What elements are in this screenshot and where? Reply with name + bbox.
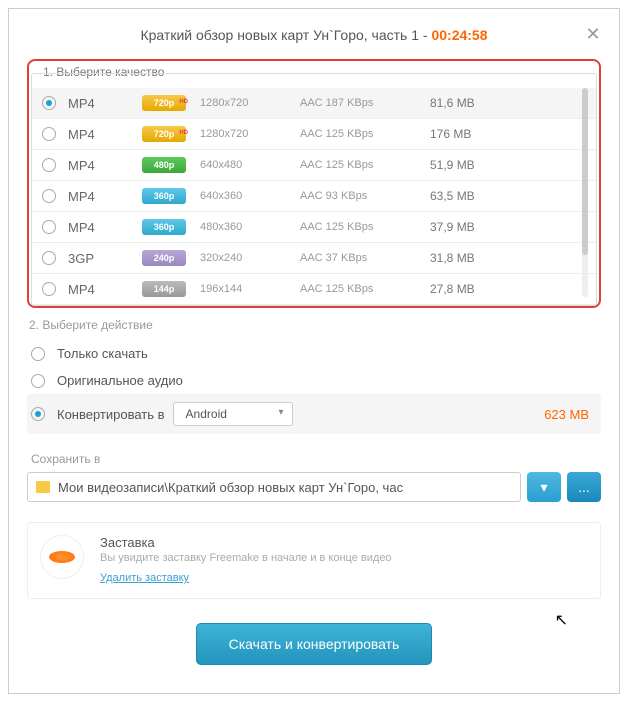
quality-radio[interactable] [42, 282, 56, 296]
quality-radio[interactable] [42, 96, 56, 110]
title-duration: 00:24:58 [431, 27, 487, 43]
format-label: MP4 [68, 282, 118, 297]
action-section: 2. Выберите действие Только скачать Ориг… [27, 318, 601, 434]
audio-label: AAC 125 KBps [300, 159, 430, 171]
quality-badge: 240p [142, 250, 186, 266]
download-convert-button[interactable]: Скачать и конвертировать [196, 623, 433, 665]
resolution-label: 640x480 [200, 159, 300, 171]
audio-label: AAC 125 KBps [300, 283, 430, 295]
quality-badge: 720p [142, 126, 186, 142]
resolution-label: 1280x720 [200, 97, 300, 109]
size-label: 176 MB [430, 127, 510, 141]
save-section: Сохранить в Мои видеозаписи\Краткий обзо… [27, 452, 601, 502]
action-label: Только скачать [57, 346, 148, 361]
quality-section-highlight: 1. Выберите качество MP4720p1280x720AAC … [27, 59, 601, 308]
radio-download-only[interactable] [31, 347, 45, 361]
quality-row[interactable]: 3GP 240p 320x240AAC 37 KBps31,8 MB [32, 243, 596, 274]
size-label: 31,8 MB [430, 251, 510, 265]
resolution-label: 196x144 [200, 283, 300, 295]
audio-label: AAC 93 KBps [300, 190, 430, 202]
size-label: 63,5 MB [430, 189, 510, 203]
action-convert[interactable]: Конвертировать в Android 623 MB [27, 394, 601, 434]
promo-remove-link[interactable]: Удалить заставку [100, 572, 189, 584]
resolution-label: 480x360 [200, 221, 300, 233]
quality-row[interactable]: MP4 720p 1280x720AAC 125 KBps176 MB [32, 119, 596, 150]
quality-scrollbar[interactable] [582, 88, 588, 297]
action-download-only[interactable]: Только скачать [27, 340, 601, 367]
quality-badge: 480p [142, 157, 186, 173]
action-label: Конвертировать в [57, 407, 165, 422]
size-label: 37,9 MB [430, 220, 510, 234]
size-label: 27,8 MB [430, 282, 510, 296]
promo-box: Заставка Вы увидите заставку Freemake в … [27, 522, 601, 599]
quality-badge: 720p [142, 95, 186, 111]
resolution-label: 640x360 [200, 190, 300, 202]
promo-title: Заставка [100, 535, 588, 550]
save-path-text: Мои видеозаписи\Краткий обзор новых карт… [58, 480, 403, 495]
action-label: Оригинальное аудио [57, 373, 183, 388]
quality-row[interactable]: MP4 720p 1280x720AAC 187 KBps81,6 MB [32, 88, 596, 119]
quality-list: MP4720p1280x720AAC 187 KBps81,6 MBMP4720… [31, 73, 597, 306]
audio-label: AAC 37 KBps [300, 252, 430, 264]
format-label: MP4 [68, 158, 118, 173]
download-dialog: Краткий обзор новых карт Ун`Горо, часть … [9, 9, 619, 693]
path-dropdown-button[interactable]: ▾ [527, 472, 561, 502]
dialog-header: Краткий обзор новых карт Ун`Горо, часть … [9, 9, 619, 59]
format-label: MP4 [68, 189, 118, 204]
browse-button[interactable]: ... [567, 472, 601, 502]
resolution-label: 1280x720 [200, 128, 300, 140]
quality-badge: 144p [142, 281, 186, 297]
format-label: MP4 [68, 127, 118, 142]
format-label: MP4 [68, 220, 118, 235]
convert-size: 623 MB [544, 407, 589, 422]
convert-target-dropdown[interactable]: Android [173, 402, 293, 426]
promo-desc: Вы увидите заставку Freemake в начале и … [100, 552, 588, 564]
size-label: 81,6 MB [430, 96, 510, 110]
format-label: 3GP [68, 251, 118, 266]
quality-radio[interactable] [42, 189, 56, 203]
quality-radio[interactable] [42, 158, 56, 172]
quality-badge: 360p [142, 219, 186, 235]
radio-original-audio[interactable] [31, 374, 45, 388]
quality-row[interactable]: MP4 360p 640x360AAC 93 KBps63,5 MB [32, 181, 596, 212]
audio-label: AAC 125 KBps [300, 221, 430, 233]
close-button[interactable]: ✕ [583, 25, 603, 45]
size-label: 51,9 MB [430, 158, 510, 172]
audio-label: AAC 125 KBps [300, 128, 430, 140]
action-original-audio[interactable]: Оригинальное аудио [27, 367, 601, 394]
folder-icon [36, 481, 50, 493]
dialog-title: Краткий обзор новых карт Ун`Горо, часть … [140, 27, 487, 43]
quality-badge: 360p [142, 188, 186, 204]
title-text: Краткий обзор новых карт Ун`Горо, часть … [140, 27, 431, 43]
radio-convert[interactable] [31, 407, 45, 421]
quality-radio[interactable] [42, 251, 56, 265]
quality-row[interactable]: MP4 144p 196x144AAC 125 KBps27,8 MB [32, 274, 596, 305]
format-label: MP4 [68, 96, 118, 111]
save-path-box[interactable]: Мои видеозаписи\Краткий обзор новых карт… [27, 472, 521, 502]
dropdown-value: Android [186, 407, 227, 421]
save-label: Сохранить в [31, 452, 601, 466]
browse-dots: ... [578, 479, 590, 495]
action-section-title: 2. Выберите действие [29, 318, 599, 332]
audio-label: AAC 187 KBps [300, 97, 430, 109]
quality-row[interactable]: MP4 360p 480x360AAC 125 KBps37,9 MB [32, 212, 596, 243]
promo-icon [40, 535, 84, 579]
resolution-label: 320x240 [200, 252, 300, 264]
quality-radio[interactable] [42, 127, 56, 141]
quality-radio[interactable] [42, 220, 56, 234]
scrollbar-thumb[interactable] [582, 88, 588, 255]
quality-row[interactable]: MP4 480p 640x480AAC 125 KBps51,9 MB [32, 150, 596, 181]
quality-section: 1. Выберите качество MP4720p1280x720AAC … [31, 63, 597, 306]
